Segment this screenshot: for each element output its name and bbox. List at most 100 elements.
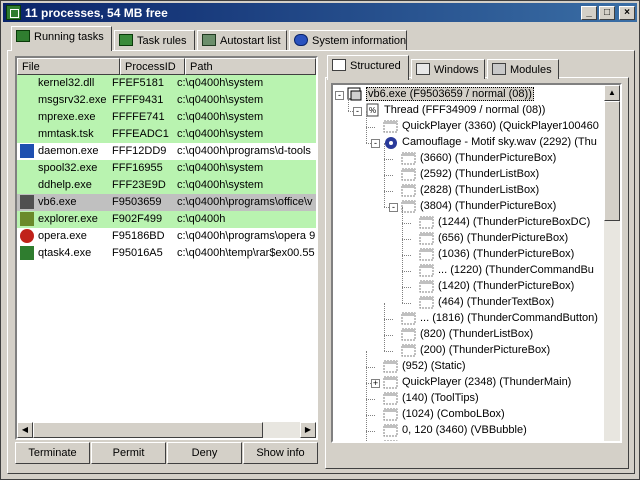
cell-processid: FFF12DD9 [112, 145, 167, 157]
terminate-button[interactable]: Terminate [15, 442, 90, 464]
tab-label: Running tasks [34, 31, 104, 43]
window-title: 11 processes, 54 MB free [25, 6, 168, 20]
tree-node[interactable]: ... (1220) (ThunderCommandBu [333, 255, 605, 279]
tree-connector [366, 127, 367, 143]
column-header-file[interactable]: File [17, 58, 120, 75]
scroll-right-button[interactable]: ▶ [300, 422, 316, 438]
permit-button[interactable]: Permit [91, 442, 166, 464]
cell-file: qtask4.exe [38, 247, 92, 259]
horizontal-scrollbar[interactable]: ◀ ▶ [17, 422, 316, 438]
tree-node-label: (2372) (tooltips_class32) [402, 440, 522, 441]
minimize-button[interactable]: _ [581, 6, 597, 20]
collapse-icon[interactable]: - [389, 203, 398, 212]
tree-node[interactable]: QuickPlayer (3360) (QuickPlayer100460 [333, 111, 605, 135]
tab-structured[interactable]: Structured [327, 55, 409, 80]
tree-node[interactable]: (464) (ThunderTextBox) [333, 287, 605, 311]
vb6-icon [20, 195, 34, 209]
tree-node-label: (952) (Static) [402, 360, 466, 372]
tab-system-information[interactable]: System information [289, 30, 407, 50]
tree-node-label: (2592) (ThunderListBox) [420, 168, 540, 180]
tree-node[interactable]: (1244) (ThunderPictureBoxDC) [333, 207, 605, 231]
table-row[interactable]: opera.exe F95186BD c:\q0400h\programs\oper… [17, 228, 316, 245]
tree-node[interactable]: -% Thread (FFF34909 / normal (08)) [333, 95, 605, 119]
tree-node[interactable]: (656) (ThunderPictureBox) [333, 223, 605, 247]
window-icon [401, 199, 417, 214]
table-row[interactable]: msgsrv32.exe FFFF9431 c:\q0400h\system [17, 92, 316, 109]
tree-node-label: (3660) (ThunderPictureBox) [420, 152, 557, 164]
title-bar[interactable]: 11 processes, 54 MB free _ □ × [3, 3, 637, 22]
table-row[interactable]: mmtask.tsk FFFEADC1 c:\q0400h\system [17, 126, 316, 143]
tree-node[interactable]: (140) (ToolTips) [333, 383, 605, 407]
table-row[interactable]: mprexe.exe FFFFE741 c:\q0400h\system [17, 109, 316, 126]
table-row[interactable]: daemon.exe FFF12DD9 c:\q0400h\programs\d-t… [17, 143, 316, 160]
scroll-up-button[interactable]: ▲ [604, 85, 620, 101]
tree-node[interactable]: - vb6.exe (F9503659 / normal (08)) [333, 87, 605, 103]
tree-node[interactable]: (3660) (ThunderPictureBox) [333, 143, 605, 167]
tree-connector [384, 335, 385, 351]
tree-node-label: ... (1220) (ThunderCommandBu [438, 264, 594, 276]
tree-node[interactable]: (952) (Static) [333, 351, 605, 375]
tree-connector [384, 159, 385, 175]
tree-connector [366, 111, 367, 127]
tree-node[interactable]: (820) (ThunderListBox) [333, 319, 605, 343]
vertical-scrollbar[interactable]: ▲ [604, 85, 620, 441]
window-icon [401, 327, 417, 342]
task-list[interactable]: File ProcessID Path kernel32.dll FFEF5181… [15, 56, 318, 440]
tree-node[interactable]: (2592) (ThunderListBox) [333, 159, 605, 183]
tree-node[interactable]: (1036) (ThunderPictureBox) [333, 239, 605, 263]
column-header-path[interactable]: Path [185, 58, 316, 75]
tree-node[interactable]: - Camouflage - Motif sky.wav (2292) (Thu [333, 127, 605, 151]
tree-node[interactable]: (200) (ThunderPictureBox) [333, 335, 605, 359]
table-row[interactable]: explorer.exe F902F499 c:\q0400h [17, 211, 316, 228]
cell-file: ddhelp.exe [38, 179, 92, 191]
tree-node-label: (1244) (ThunderPictureBoxDC) [438, 216, 591, 228]
table-row[interactable]: vb6.exe F9503659 c:\q0400h\programs\office… [17, 194, 316, 211]
close-button[interactable]: × [619, 6, 635, 20]
table-row[interactable]: qtask4.exe F95016A5 c:\q0400h\temp\rar$ex0… [17, 245, 316, 262]
tree-node[interactable]: (2828) (ThunderListBox) [333, 175, 605, 199]
structure-tree[interactable]: - vb6.exe (F9503659 / normal (08)) -% Threa… [331, 83, 622, 443]
tree-connector [402, 207, 403, 223]
tab-running-tasks[interactable]: Running tasks [11, 26, 112, 51]
tree-node-label: QuickPlayer (2348) (ThunderMain) [402, 376, 572, 388]
deny-button[interactable]: Deny [167, 442, 242, 464]
tab-label: Autostart list [220, 35, 281, 47]
scroll-left-button[interactable]: ◀ [17, 422, 33, 438]
app-icon[interactable] [6, 5, 21, 20]
show-info-button[interactable]: Show info [243, 442, 318, 464]
expand-icon[interactable]: + [371, 379, 380, 388]
tree-connector [384, 175, 385, 191]
column-header-processid[interactable]: ProcessID [120, 58, 185, 75]
maximize-button[interactable]: □ [599, 6, 615, 20]
tree-node[interactable]: - (3804) (ThunderPictureBox) [333, 191, 605, 215]
collapse-icon[interactable]: - [371, 139, 380, 148]
tree-node[interactable]: ... (1816) (ThunderCommandButton) [333, 303, 605, 327]
tree-node[interactable]: (1420) (ThunderPictureBox) [333, 271, 605, 295]
scroll-thumb[interactable] [33, 422, 263, 438]
tree-node-label: QuickPlayer (3360) (QuickPlayer100460 [402, 120, 599, 132]
table-row[interactable]: ddhelp.exe FFF23E9D c:\q0400h\system [17, 177, 316, 194]
tab-task-rules[interactable]: Task rules [114, 30, 195, 50]
tab-autostart-list[interactable]: Autostart list [197, 30, 287, 50]
opera-icon [20, 229, 34, 243]
tree-connector [384, 191, 385, 207]
collapse-icon[interactable]: - [335, 91, 344, 100]
tree-node-label: (464) (ThunderTextBox) [438, 296, 555, 308]
rules-icon [119, 34, 133, 46]
tree-node[interactable]: + QuickPlayer (2348) (ThunderMain) [333, 367, 605, 391]
windows-icon [416, 63, 430, 75]
cell-file: explorer.exe [38, 213, 98, 225]
scroll-thumb[interactable] [604, 101, 620, 221]
cell-processid: F9503659 [112, 196, 162, 208]
tab-modules[interactable]: Modules [487, 59, 559, 79]
table-row[interactable]: kernel32.dll FFEF5181 c:\q0400h\system [17, 75, 316, 92]
window-icon [401, 183, 417, 198]
collapse-icon[interactable]: - [353, 107, 362, 116]
tab-windows[interactable]: Windows [411, 59, 485, 79]
tree-node[interactable]: 0, 120 (3460) (VBBubble) [333, 415, 605, 439]
tree-node[interactable]: (2372) (tooltips_class32) [333, 431, 605, 441]
window-icon [383, 359, 399, 374]
window-icon [401, 151, 417, 166]
table-row[interactable]: spool32.exe FFF16955 c:\q0400h\system [17, 160, 316, 177]
tree-node[interactable]: (1024) (ComboLBox) [333, 399, 605, 423]
